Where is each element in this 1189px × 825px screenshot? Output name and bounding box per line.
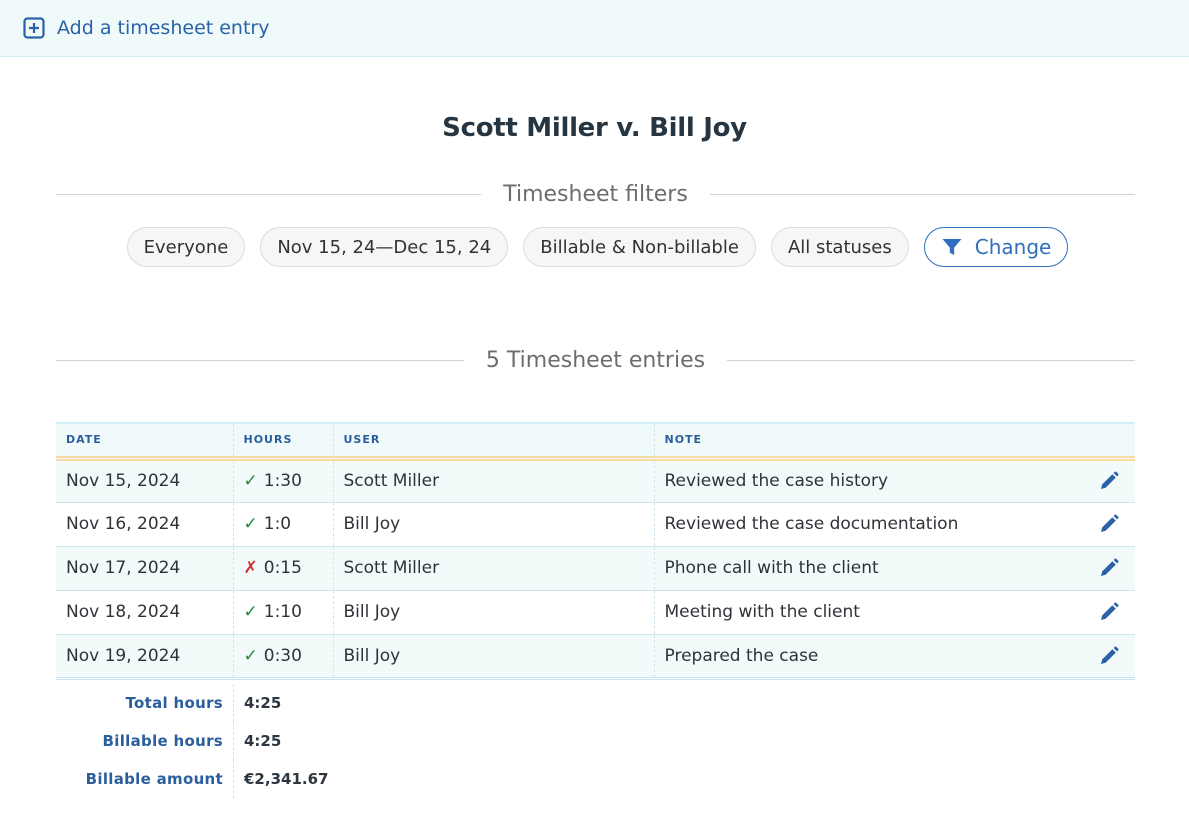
filter-icon	[942, 239, 962, 255]
change-filters-label: Change	[974, 235, 1052, 259]
filters-divider: Timesheet filters	[56, 176, 1136, 212]
entry-hours: 0:30	[263, 645, 302, 666]
entry-user: Bill Joy	[332, 502, 654, 547]
divider-line	[56, 193, 482, 195]
add-timesheet-entry-button[interactable]: Add a timesheet entry	[23, 17, 269, 39]
entry-hours-cell: ✓ 1:10	[232, 590, 333, 635]
entry-hours: 1:0	[263, 514, 292, 534]
cross-icon: ✗	[243, 558, 258, 578]
entry-note-cell: Prepared the case	[653, 634, 1135, 680]
table-header-row: DATE HOURS USER NOTE	[56, 423, 1135, 461]
column-header-hours[interactable]: HOURS	[232, 423, 333, 461]
entry-note-cell: Phone call with the client	[653, 546, 1135, 591]
filters-heading: Timesheet filters	[503, 181, 688, 207]
total-hours-label: Total hours	[125, 694, 223, 712]
total-hours-value: 4:25	[233, 684, 281, 722]
billable-amount-label: Billable amount	[85, 770, 223, 788]
entry-user: Scott Miller	[332, 458, 654, 503]
entry-user: Bill Joy	[332, 590, 654, 635]
entries-heading: 5 Timesheet entries	[485, 347, 706, 373]
entry-note: Meeting with the client	[664, 602, 860, 622]
divider-line	[727, 359, 1135, 361]
entry-note: Reviewed the case documentation	[664, 514, 959, 534]
billable-hours-value: 4:25	[233, 722, 281, 760]
entry-hours: 1:30	[263, 471, 302, 491]
add-timesheet-entry-label: Add a timesheet entry	[57, 17, 270, 39]
table-row[interactable]: Nov 16, 2024 ✓ 1:0 Bill Joy Reviewed the cas…	[56, 502, 1135, 547]
entry-hours-cell: ✓ 1:30	[232, 458, 333, 503]
table-row[interactable]: Nov 18, 2024 ✓ 1:10 Bill Joy Meeting with th…	[56, 590, 1135, 635]
filter-chip-billable[interactable]: Billable & Non-billable	[523, 227, 756, 267]
pencil-icon[interactable]	[1099, 514, 1119, 534]
billable-amount-value: €2,341.67	[233, 760, 328, 798]
entry-date: Nov 18, 2024	[56, 590, 233, 635]
check-icon: ✓	[243, 645, 258, 666]
change-filters-button[interactable]: Change	[923, 227, 1069, 267]
check-icon: ✓	[243, 514, 258, 534]
entry-hours: 1:10	[263, 602, 302, 622]
entry-date: Nov 16, 2024	[56, 502, 233, 547]
entry-user: Bill Joy	[332, 634, 654, 680]
plus-square-icon	[23, 17, 45, 39]
case-title: Scott Miller v. Bill Joy	[442, 113, 747, 143]
billable-hours-label: Billable hours	[102, 732, 223, 750]
timesheet-table: DATE HOURS USER NOTE Nov 15, 2024 ✓ 1:30 Sc…	[56, 422, 1135, 680]
entry-note: Prepared the case	[664, 645, 819, 666]
pencil-icon[interactable]	[1099, 471, 1119, 491]
entry-note: Reviewed the case history	[664, 471, 889, 491]
table-row[interactable]: Nov 17, 2024 ✗ 0:15 Scott Miller Phone call …	[56, 546, 1135, 591]
entry-note-cell: Meeting with the client	[653, 590, 1135, 635]
filter-chip-date-range[interactable]: Nov 15, 24—Dec 15, 24	[260, 227, 509, 267]
column-header-note[interactable]: NOTE	[653, 423, 1135, 461]
filter-chips: Everyone Nov 15, 24—Dec 15, 24 Billable …	[0, 227, 1189, 267]
check-icon: ✓	[243, 471, 258, 491]
filter-chip-user[interactable]: Everyone	[126, 227, 246, 267]
entry-note-cell: Reviewed the case documentation	[653, 502, 1135, 547]
divider-line	[56, 359, 464, 361]
entries-divider: 5 Timesheet entries	[56, 342, 1135, 378]
check-icon: ✓	[243, 602, 258, 622]
table-row[interactable]: Nov 15, 2024 ✓ 1:30 Scott Miller Reviewed th…	[56, 458, 1135, 503]
billable-amount-row: Billable amount €2,341.67	[56, 760, 328, 798]
pencil-icon[interactable]	[1099, 558, 1119, 578]
divider-line	[709, 193, 1136, 195]
entry-hours: 0:15	[263, 558, 302, 578]
billable-hours-row: Billable hours 4:25	[56, 722, 328, 760]
entry-hours-cell: ✗ 0:15	[232, 546, 333, 591]
entry-note: Phone call with the client	[664, 558, 879, 578]
entry-user: Scott Miller	[332, 546, 654, 591]
filter-chip-status[interactable]: All statuses	[770, 227, 909, 267]
column-header-user[interactable]: USER	[332, 423, 654, 461]
entry-date: Nov 17, 2024	[56, 546, 233, 591]
entry-hours-cell: ✓ 1:0	[232, 502, 333, 547]
column-header-date[interactable]: DATE	[56, 423, 233, 461]
entry-date: Nov 15, 2024	[56, 458, 233, 503]
entry-hours-cell: ✓ 0:30	[232, 634, 333, 680]
total-hours-row: Total hours 4:25	[56, 684, 328, 722]
table-row[interactable]: Nov 19, 2024 ✓ 0:30 Bill Joy Prepared the ca…	[56, 634, 1135, 680]
pencil-icon[interactable]	[1099, 646, 1119, 666]
pencil-icon[interactable]	[1099, 602, 1119, 622]
totals-summary: Total hours 4:25 Billable hours 4:25 Bil…	[56, 684, 328, 798]
entry-date: Nov 19, 2024	[56, 634, 233, 680]
top-bar: Add a timesheet entry	[0, 0, 1189, 57]
entry-note-cell: Reviewed the case history	[653, 458, 1135, 503]
